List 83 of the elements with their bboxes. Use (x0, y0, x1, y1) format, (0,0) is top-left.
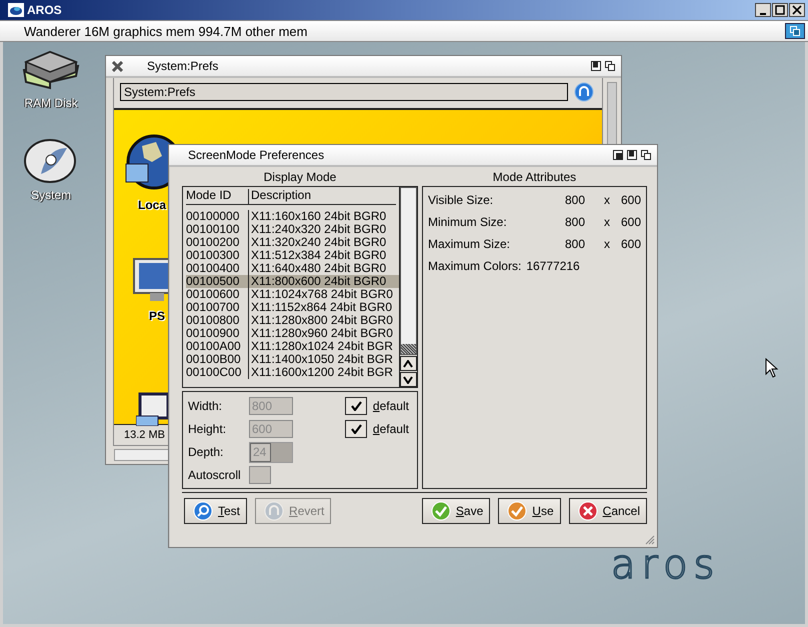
drawer-icon-label[interactable]: PS (148, 309, 165, 323)
caret-down-icon (403, 376, 414, 384)
setting-label: Autoscroll (188, 468, 242, 482)
mode-row[interactable]: 00100A00 X11:1280x1024 24bit BGR (186, 340, 399, 353)
attribute-label: Visible Size: (428, 193, 494, 207)
minimize-button[interactable] (755, 3, 771, 17)
zoom-icon[interactable] (627, 150, 637, 160)
mouse-pointer-icon (765, 358, 779, 378)
parent-directory-icon[interactable] (574, 82, 594, 102)
group-title: Mode Attributes (492, 169, 578, 186)
save-button[interactable]: Save (422, 498, 490, 524)
scroll-down-button[interactable] (400, 372, 417, 387)
cancel-button[interactable]: Cancel (568, 498, 647, 524)
mode-row[interactable]: 00100900 X11:1280x960 24bit BGR0 (186, 327, 399, 340)
caret-up-icon (403, 360, 414, 368)
mode-row[interactable]: 00100700 X11:1152x864 24bit BGR0 (186, 301, 399, 314)
checkmark-icon (430, 501, 451, 521)
logo-text: aros (611, 550, 720, 580)
times-sign: x (602, 215, 611, 229)
depth-icon[interactable] (605, 61, 615, 71)
path-field[interactable]: System:Prefs (120, 83, 568, 101)
attribute-label: Maximum Size: (428, 237, 511, 251)
use-button[interactable]: Use (498, 498, 561, 524)
checkbox-label[interactable]: default (372, 422, 409, 436)
times-sign: x (602, 237, 611, 251)
checkmark-icon (350, 401, 362, 411)
disc-icon[interactable] (23, 138, 79, 186)
column-header[interactable]: Description (249, 189, 312, 204)
drawer-icon-label[interactable]: Loca (138, 198, 166, 212)
depth-button[interactable] (785, 23, 805, 39)
attribute-value: 600 (620, 193, 641, 207)
depth-icon (790, 26, 800, 36)
column-header[interactable]: Mode ID (186, 189, 249, 204)
mode-row[interactable]: 00100300 X11:512x384 24bit BGR0 (186, 249, 399, 262)
window-title: System:Prefs (147, 59, 218, 73)
free-space-label: 13.2 MB (124, 429, 165, 441)
maximize-button[interactable] (772, 3, 788, 17)
attribute-value: 600 (620, 237, 641, 251)
maximize-icon (775, 5, 785, 15)
attribute-value: 16777216 (526, 259, 580, 273)
group-title: Display Mode (262, 169, 338, 186)
setting-label: Height: (188, 422, 228, 436)
depth-icon[interactable] (641, 150, 651, 160)
cancel-icon (578, 501, 598, 521)
setting-label: Width: (188, 399, 224, 413)
default-checkbox[interactable] (344, 420, 367, 438)
close-icon[interactable] (112, 60, 123, 72)
test-button[interactable]: Test (184, 498, 248, 524)
iconify-icon[interactable] (613, 150, 623, 160)
mode-row[interactable]: 00100200 X11:320x240 24bit BGR0 (186, 236, 399, 249)
mode-row[interactable]: 00100600 X11:1024x768 24bit BGR0 (186, 288, 399, 301)
default-checkbox[interactable] (344, 397, 367, 415)
zoom-icon[interactable] (591, 61, 601, 71)
times-sign: x (602, 193, 611, 207)
close-button[interactable] (789, 3, 805, 17)
autoscroll-checkbox[interactable] (249, 466, 271, 484)
setting-label: Depth: (188, 445, 224, 459)
logo-icon (8, 3, 24, 17)
window-title: ScreenMode Preferences (188, 148, 324, 162)
attribute-value: 600 (620, 215, 641, 229)
laptop-icon[interactable] (136, 392, 168, 426)
attribute-label: Minimum Size: (428, 215, 508, 229)
search-icon (193, 501, 213, 521)
checkmark-icon (350, 424, 362, 434)
attribute-value: 800 (564, 193, 586, 207)
checkbox-label[interactable]: default (372, 399, 409, 413)
minimize-icon (760, 12, 766, 14)
mode-row[interactable]: 00100B00 X11:1400x1050 24bit BGR (186, 353, 399, 366)
resize-grip-icon[interactable] (645, 535, 655, 545)
screen-title: AROS (27, 3, 63, 17)
undo-icon (264, 501, 284, 521)
attribute-value: 800 (564, 237, 586, 251)
mode-row[interactable]: 00100000 X11:160x160 24bit BGR0 (186, 210, 399, 223)
scroll-up-button[interactable] (400, 356, 417, 371)
attribute-value: 800 (564, 215, 586, 229)
attribute-label: Maximum Colors: (428, 259, 522, 273)
mode-row[interactable]: 00100C00 X11:1600x1200 24bit BGR (186, 366, 399, 379)
checkmark-icon (507, 501, 528, 521)
mode-row[interactable]: 00100800 X11:1280x800 24bit BGR0 (186, 314, 399, 327)
mode-row[interactable]: 00100100 X11:240x320 24bit BGR0 (186, 223, 399, 236)
memory-status: Wanderer 16M graphics mem 994.7M other mem (24, 24, 308, 38)
mode-row[interactable]: 00100500 X11:800x600 24bit BGR0 (186, 275, 399, 288)
close-icon (792, 5, 802, 15)
